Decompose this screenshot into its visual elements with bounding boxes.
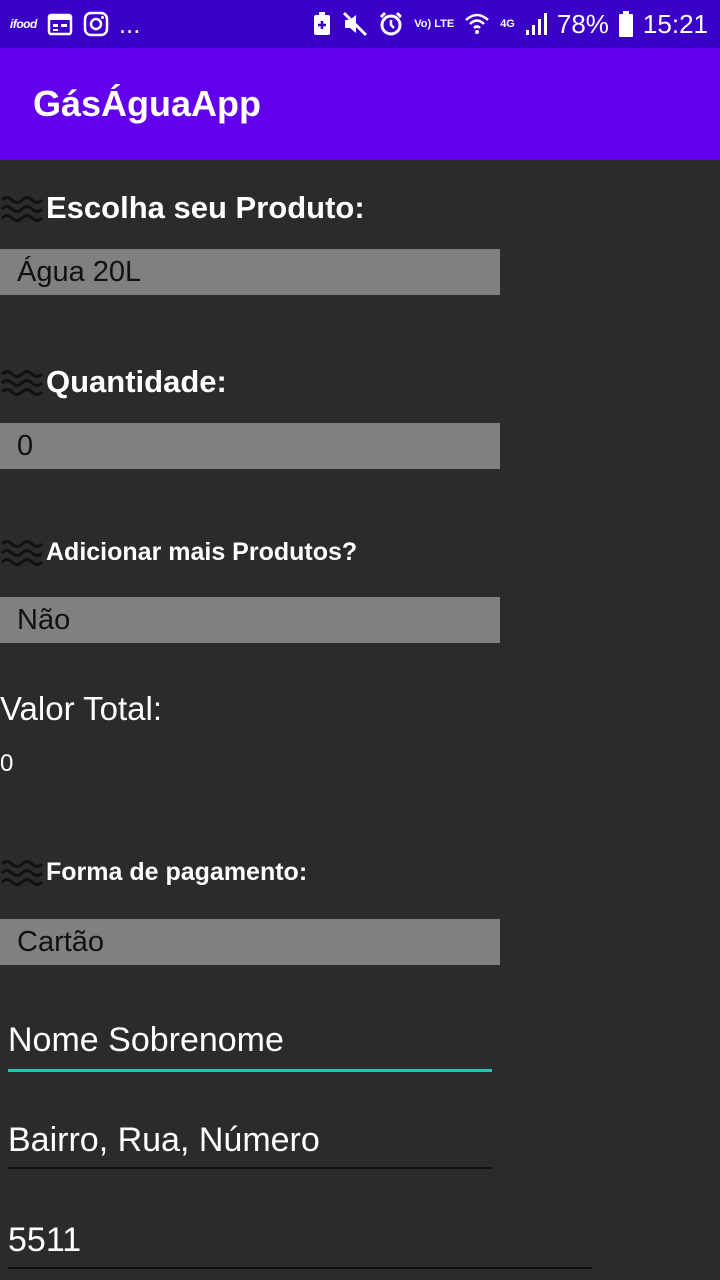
volte-indicator: Vo) LTE (414, 17, 455, 30)
more-products-selected-value: Não (17, 603, 71, 636)
payment-selected-value: Cartão (17, 925, 105, 958)
waves-icon (0, 370, 44, 396)
clock: 15:21 (642, 8, 708, 39)
product-label-row: Escolha seu Produto: (0, 188, 365, 228)
payment-label-row: Forma de pagamento: (0, 852, 307, 892)
more-products-label: Adicionar mais Produtos? (46, 537, 358, 566)
waves-icon (0, 860, 44, 886)
phone-input[interactable] (8, 1221, 592, 1269)
app-bar: GásÁguaApp (0, 48, 720, 160)
product-spinner[interactable]: Água 20L (0, 249, 500, 295)
wifi-icon (465, 13, 490, 34)
signal-icon (525, 13, 547, 35)
battery-icon (618, 11, 633, 37)
notification-overflow: ... (118, 8, 141, 39)
calendar-icon (47, 13, 73, 36)
network-type-indicator: 4G (500, 17, 515, 30)
total-value: 0 (0, 750, 14, 777)
app-title: GásÁguaApp (33, 83, 262, 124)
quantity-label: Quantidade: (46, 364, 227, 399)
mute-icon (343, 11, 368, 37)
ifood-notification-icon: ifood (10, 17, 37, 31)
more-products-label-row: Adicionar mais Produtos? (0, 532, 357, 572)
battery-percent: 78% (556, 8, 609, 39)
order-form: Escolha seu Produto: Água 20L Quantidade… (0, 160, 720, 1280)
payment-spinner[interactable]: Cartão (0, 919, 500, 965)
product-label: Escolha seu Produto: (46, 190, 365, 225)
product-selected-value: Água 20L (17, 255, 142, 288)
status-bar-right: Vo) LTE 4G 78% 15:21 (312, 9, 708, 40)
payment-label: Forma de pagamento: (46, 857, 308, 886)
alarm-icon (380, 11, 403, 36)
address-input[interactable] (8, 1121, 492, 1169)
status-bar: ifood ... Vo) LTE 4G 78% 15:21 (0, 0, 720, 48)
waves-icon (0, 196, 44, 222)
total-label: Valor Total: (0, 690, 163, 727)
quantity-selected-value: 0 (17, 429, 34, 462)
quantity-label-row: Quantidade: (0, 362, 227, 402)
instagram-icon (83, 11, 109, 37)
waves-icon (0, 540, 44, 566)
more-products-spinner[interactable]: Não (0, 597, 500, 643)
status-bar-left: ifood ... (10, 9, 141, 40)
name-input[interactable] (8, 1020, 492, 1072)
quantity-spinner[interactable]: 0 (0, 423, 500, 469)
battery-saver-icon (314, 12, 331, 35)
